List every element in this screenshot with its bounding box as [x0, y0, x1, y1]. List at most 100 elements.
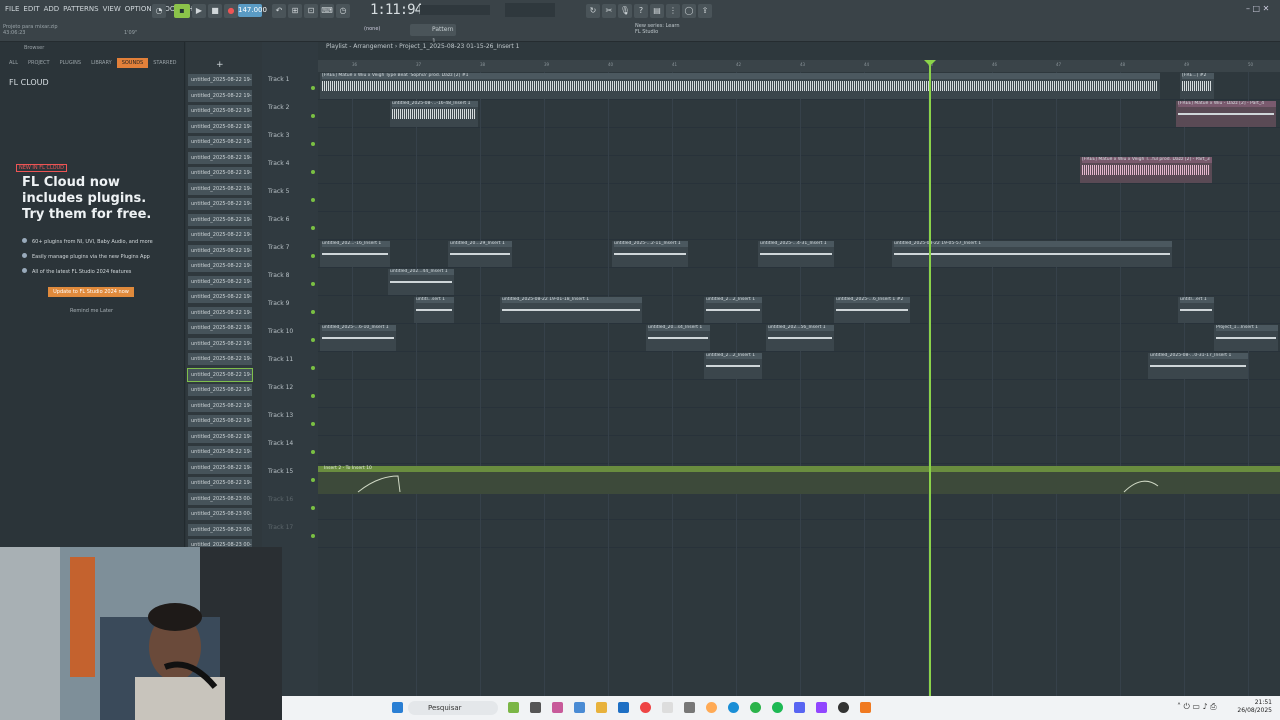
- news-panel[interactable]: New series: Learn FL Studio: [635, 23, 680, 35]
- track-mute-led[interactable]: [311, 226, 315, 230]
- track-row[interactable]: [318, 352, 1280, 380]
- pattern-item[interactable]: untitled_2025-08-22 19-: [188, 167, 252, 179]
- app-icon[interactable]: [508, 702, 519, 713]
- spotify-icon[interactable]: [772, 702, 783, 713]
- help-icon[interactable]: ?: [634, 4, 648, 18]
- track-mute-led[interactable]: [311, 282, 315, 286]
- pattern-item[interactable]: untitled_2025-08-22 19-: [188, 430, 252, 443]
- pattern-item[interactable]: untitled_2025-08-22 19-: [188, 337, 252, 350]
- track-row[interactable]: [318, 212, 1280, 240]
- fl-studio-icon[interactable]: [860, 702, 871, 713]
- pattern-item[interactable]: untitled_2025-08-22 19-: [188, 446, 252, 458]
- windows-start-icon[interactable]: [392, 702, 403, 713]
- pattern-item[interactable]: untitled_2025-08-22 19-: [188, 89, 252, 102]
- menu-item-view[interactable]: VIEW: [102, 4, 122, 14]
- audio-clip[interactable]: untitled_2025-08-...0-31-17_Insert 1: [1148, 353, 1248, 379]
- pattern-song-toggle[interactable]: ▪: [174, 4, 190, 18]
- track-mute-led[interactable]: [311, 366, 315, 370]
- tray-icons[interactable]: ˄ ⏻ ▭ ♪ ⎙: [1177, 702, 1217, 712]
- track-mute-led[interactable]: [311, 534, 315, 538]
- playhead[interactable]: [929, 60, 931, 696]
- snap-mode[interactable]: (none): [364, 26, 380, 32]
- metronome-icon[interactable]: ◔: [152, 4, 166, 18]
- audio-clip[interactable]: [FREE] Matuê x Wiu x Veigh T...ful prod.…: [1080, 157, 1212, 183]
- pattern-item[interactable]: untitled_2025-08-23 00-: [188, 508, 252, 520]
- pattern-item[interactable]: untitled_2025-08-22 19-: [188, 136, 252, 148]
- menu-item-edit[interactable]: EDIT: [22, 4, 40, 14]
- track-row[interactable]: [318, 184, 1280, 212]
- audio-clip[interactable]: untitled_2...2_Insert 1: [704, 297, 762, 323]
- folder-icon[interactable]: [596, 702, 607, 713]
- pattern-item[interactable]: untitled_2025-08-22 19-: [188, 306, 252, 319]
- record-icon[interactable]: ●: [224, 4, 238, 18]
- chat-icon[interactable]: ◯: [682, 4, 696, 18]
- audio-clip[interactable]: Project_1...Insert 1: [1214, 325, 1278, 351]
- task-view-icon[interactable]: [530, 702, 541, 713]
- audio-clip[interactable]: [FRE...] #2: [1180, 73, 1214, 99]
- pattern-item[interactable]: untitled_2025-08-22 19-: [188, 461, 252, 474]
- audio-clip[interactable]: untitled_2...2_Insert 1: [704, 353, 762, 379]
- track-row[interactable]: [318, 436, 1280, 464]
- browser-tab-sounds[interactable]: SOUNDS: [116, 58, 149, 68]
- remind-later-button[interactable]: Remind me Later: [70, 308, 113, 314]
- track-mute-led[interactable]: [311, 86, 315, 90]
- pattern-item[interactable]: untitled_2025-08-22 19-: [188, 322, 252, 334]
- pattern-item[interactable]: untitled_2025-08-22 19-: [188, 105, 252, 117]
- notepad-icon[interactable]: [662, 702, 673, 713]
- step-icon[interactable]: ⊡: [304, 4, 318, 18]
- refresh-icon[interactable]: ↻: [586, 4, 600, 18]
- track-row[interactable]: [318, 380, 1280, 408]
- track-mute-led[interactable]: [311, 478, 315, 482]
- update-button[interactable]: Update to FL Studio 2024 now: [48, 287, 134, 297]
- audio-clip[interactable]: untitled_2025-08-...-16-48_Insert 1: [390, 101, 478, 127]
- audio-clip[interactable]: [FREE] Matuê x Wiu - Dazz [2] - Part_4: [1176, 101, 1276, 127]
- menu-item-file[interactable]: FILE: [4, 4, 20, 14]
- pattern-item[interactable]: untitled_2025-08-22 19-: [188, 477, 252, 489]
- undo-icon[interactable]: ↶: [272, 4, 286, 18]
- audio-clip[interactable]: untitled_20...29_Insert 1: [448, 241, 512, 267]
- browser-tab-library[interactable]: LIBRARY: [86, 58, 117, 68]
- pattern-item[interactable]: untitled_2025-08-23 00-: [188, 492, 252, 505]
- audio-clip[interactable]: untitled_2025-...4-31_Insert 1: [758, 241, 834, 267]
- xbox-icon[interactable]: [750, 702, 761, 713]
- stop-icon[interactable]: ■: [208, 4, 222, 18]
- tempo-display[interactable]: 147.000: [238, 4, 267, 17]
- taskbar-search[interactable]: Pesquisar: [408, 701, 498, 715]
- pattern-item[interactable]: untitled_2025-08-22 19-: [188, 182, 252, 195]
- browser-tab-starred[interactable]: STARRED: [148, 58, 181, 68]
- track-row[interactable]: [318, 492, 1280, 520]
- pattern-item[interactable]: untitled_2025-08-22 19-: [188, 213, 252, 226]
- audio-clip[interactable]: untitled_20...s4_Insert 1: [646, 325, 710, 351]
- audio-clip[interactable]: untitled_2025-...2-11_Insert 1: [612, 241, 688, 267]
- upload-icon[interactable]: ⇪: [698, 4, 712, 18]
- track-mute-led[interactable]: [311, 170, 315, 174]
- add-pattern-icon[interactable]: +: [216, 60, 224, 70]
- audio-clip[interactable]: untitled_202...56_Insert 1: [766, 325, 834, 351]
- mixer-icon[interactable]: ⋮: [666, 4, 680, 18]
- track-mute-led[interactable]: [311, 142, 315, 146]
- window-controls[interactable]: – □ ✕: [1246, 4, 1269, 13]
- track-mute-led[interactable]: [311, 338, 315, 342]
- typing-keyboard-icon[interactable]: ⌨: [320, 4, 334, 18]
- pattern-item[interactable]: untitled_2025-08-22 19-: [188, 384, 252, 396]
- menu-item-patterns[interactable]: PATTERNS: [62, 4, 99, 14]
- track-row[interactable]: [318, 128, 1280, 156]
- track-mute-led[interactable]: [311, 198, 315, 202]
- cut-icon[interactable]: ✂: [602, 4, 616, 18]
- track-mute-led[interactable]: [311, 450, 315, 454]
- timeline-ruler[interactable]: 363738394041424344454647484950: [318, 60, 1280, 72]
- audio-clip[interactable]: untitled_202...44_Insert 1: [388, 269, 454, 295]
- browser-tab-project[interactable]: PROJECT: [23, 58, 55, 68]
- pattern-selector[interactable]: Pattern 1: [410, 24, 456, 45]
- pattern-item[interactable]: untitled_2025-08-22 19-: [188, 151, 252, 164]
- automation-clip[interactable]: Insert 2 - To Insert 10: [318, 466, 1280, 494]
- save-icon[interactable]: ▤: [650, 4, 664, 18]
- track-row[interactable]: [318, 408, 1280, 436]
- audio-clip[interactable]: untitled_2025-08-22 19-05-57_Insert 1: [892, 241, 1172, 267]
- obs-icon[interactable]: [838, 702, 849, 713]
- app-icon[interactable]: [552, 702, 563, 713]
- countdown-icon[interactable]: ◷: [336, 4, 350, 18]
- audio-clip[interactable]: untitled_2025-08-22 19-01-18_Insert 1: [500, 297, 642, 323]
- outlook-icon[interactable]: [618, 702, 629, 713]
- pattern-item[interactable]: untitled_2025-08-22 19-: [188, 198, 252, 210]
